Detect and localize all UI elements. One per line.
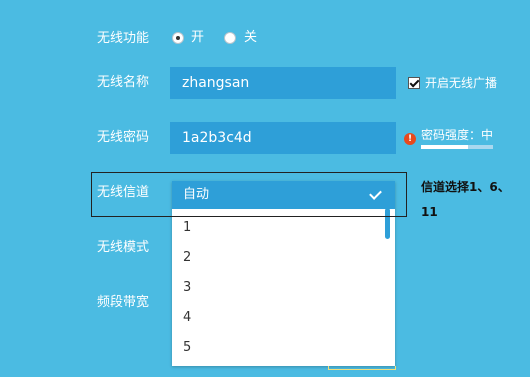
broadcast-label: 开启无线广播 — [425, 76, 498, 90]
channel-note-line2: 11 — [421, 205, 438, 219]
wireless-off-label: 关 — [244, 30, 258, 45]
wireless-off-radio[interactable] — [224, 32, 236, 44]
broadcast-checkbox[interactable] — [408, 77, 420, 89]
channel-highlight-box — [91, 172, 407, 217]
channel-option[interactable]: 2 — [183, 250, 191, 266]
exclamation-icon: ! — [404, 133, 416, 145]
wireless-name-label: 无线名称 — [97, 75, 150, 90]
password-strength-label: 密码强度：中 — [421, 128, 494, 142]
password-strength-fill — [421, 145, 468, 149]
password-strength-bar — [421, 145, 493, 149]
underlying-field-edge — [328, 366, 396, 370]
band-width-label: 频段带宽 — [97, 295, 150, 310]
channel-option[interactable]: 3 — [183, 280, 191, 296]
channel-option[interactable]: 5 — [183, 340, 191, 356]
wireless-password-label: 无线密码 — [97, 130, 150, 145]
wireless-mode-label: 无线模式 — [97, 240, 150, 255]
wireless-on-label: 开 — [191, 30, 205, 45]
wireless-name-input[interactable]: zhangsan — [170, 67, 396, 99]
channel-option[interactable]: 4 — [183, 310, 191, 326]
channel-option[interactable]: 1 — [183, 220, 191, 236]
wireless-function-label: 无线功能 — [97, 31, 150, 46]
wireless-on-radio[interactable] — [172, 32, 184, 44]
channel-note-line1: 信道选择1、6、 — [421, 180, 510, 194]
wireless-password-input[interactable]: 1a2b3c4d — [170, 122, 396, 154]
